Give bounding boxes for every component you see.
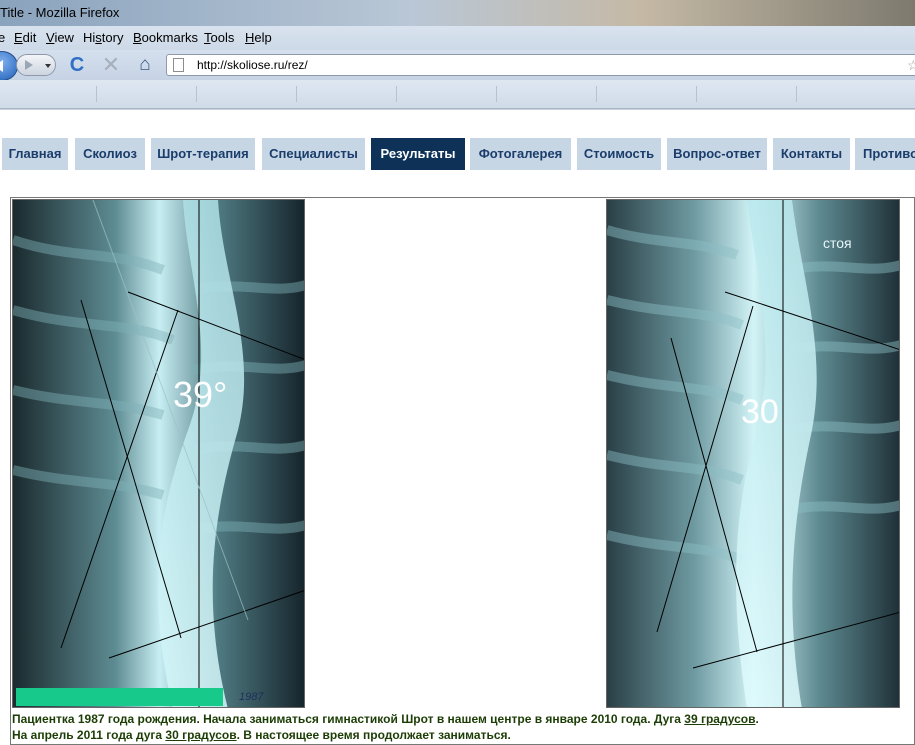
xray-corner-scrawl: 1987 [239, 691, 264, 703]
address-bar[interactable]: http://skoliose.ru/rez/ ☆ [166, 54, 915, 76]
nav-tab-faq[interactable]: Вопрос-ответ [667, 138, 767, 170]
link-30-degrees[interactable]: 30 градусов [165, 728, 236, 742]
site-navigation: Главная Сколиоз Шрот-терапия Специалисты… [0, 138, 915, 170]
menu-bookmarks[interactable]: Bookmarks [133, 26, 198, 50]
nav-tab-cost[interactable]: Стоимость [577, 138, 661, 170]
bookmark-separator [296, 86, 297, 102]
bookmark-separator [696, 86, 697, 102]
result-caption: Пациентка 1987 года рождения. Начала зан… [12, 711, 912, 743]
cobb-angle-label-before: 39° [173, 374, 227, 415]
xray-image-before: 39° 1987 [12, 199, 305, 708]
menu-view[interactable]: View [46, 26, 74, 50]
menu-edit[interactable]: Edit [14, 26, 36, 50]
bookmark-separator [396, 86, 397, 102]
nav-tab-contraindications[interactable]: Противо [855, 138, 915, 170]
bookmark-separator [496, 86, 497, 102]
toolbar-divider [0, 109, 915, 110]
bookmark-separator [796, 86, 797, 102]
stop-icon[interactable]: ✕ [100, 54, 122, 76]
link-39-degrees[interactable]: 39 градусов [684, 712, 755, 726]
menu-history[interactable]: History [83, 26, 123, 50]
window-title: Title - Mozilla Firefox [0, 5, 120, 20]
bookmark-separator [596, 86, 597, 102]
bookmark-separator [96, 86, 97, 102]
nav-tab-scoliosis[interactable]: Сколиоз [75, 138, 145, 170]
menu-tools[interactable]: Tools [204, 26, 234, 50]
home-icon[interactable]: ⌂ [134, 54, 156, 76]
caption-line-1: Пациентка 1987 года рождения. Начала зан… [12, 712, 759, 726]
forward-button[interactable] [16, 54, 56, 76]
nav-tab-contacts[interactable]: Контакты [773, 138, 850, 170]
reload-icon[interactable]: C [66, 54, 88, 76]
chevron-down-icon[interactable] [45, 64, 51, 68]
navigation-toolbar: C ✕ ⌂ http://skoliose.ru/rez/ ☆ [0, 50, 915, 81]
standing-position-label: стоя [823, 235, 852, 251]
cobb-angle-label-after: 30 [741, 393, 779, 431]
bookmarks-toolbar [0, 80, 915, 109]
nav-tab-photo-gallery[interactable]: Фотогалерея [470, 138, 571, 170]
nav-tab-home[interactable]: Главная [2, 138, 68, 170]
url-text[interactable]: http://skoliose.ru/rez/ [197, 55, 308, 75]
xray-image-after: 30 стоя [606, 199, 900, 708]
bookmark-separator [196, 86, 197, 102]
forward-arrow-icon [25, 60, 33, 70]
highlight-bar [16, 688, 223, 706]
menu-file[interactable]: e [0, 26, 5, 50]
bookmark-star-icon[interactable]: ☆ [907, 55, 915, 75]
nav-tab-specialists[interactable]: Специалисты [262, 138, 365, 170]
menu-help[interactable]: Help [245, 26, 272, 50]
xray-before-graphic: 39° 1987 [13, 200, 304, 707]
menu-bar: e Edit View History Bookmarks Tools Help [0, 26, 915, 50]
xray-after-graphic: 30 стоя [607, 200, 899, 707]
page-icon [173, 58, 184, 72]
nav-tab-schroth-therapy[interactable]: Шрот-терапия [151, 138, 255, 170]
caption-line-2: На апрель 2011 года дуга 30 градусов. В … [12, 728, 511, 742]
window-title-bar: Title - Mozilla Firefox [0, 0, 915, 26]
nav-tab-results[interactable]: Результаты [371, 138, 465, 170]
